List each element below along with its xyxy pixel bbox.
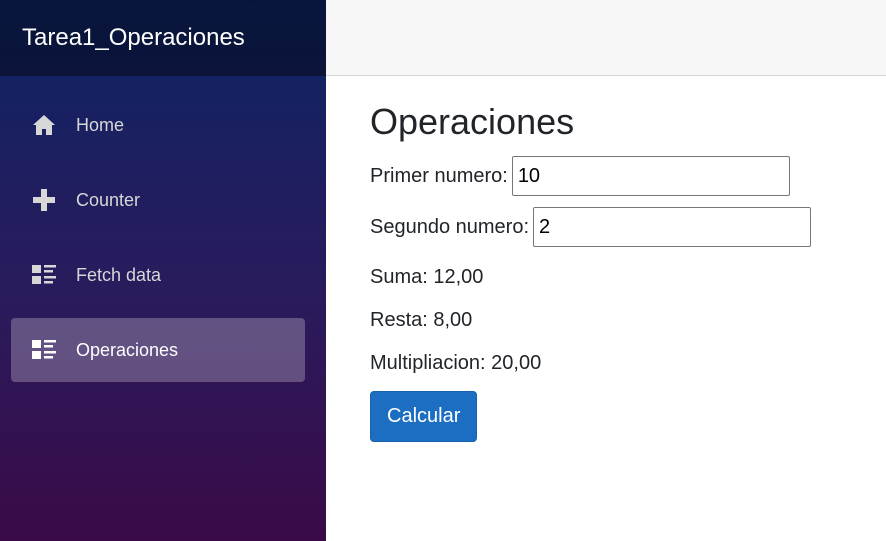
app-brand[interactable]: Tarea1_Operaciones xyxy=(22,24,245,52)
calcular-button[interactable]: Calcular xyxy=(370,391,478,442)
main-content: Operaciones Primer numero: Segundo numer… xyxy=(370,100,870,442)
nav-item-label: Operaciones xyxy=(76,339,179,360)
first-number-row: Primer numero: xyxy=(370,156,870,196)
nav-item-label: Fetch data xyxy=(76,264,162,285)
brand-bar: Tarea1_Operaciones xyxy=(0,0,326,76)
app-window: Tarea1_Operaciones Home Counter Fetch da… xyxy=(0,0,886,541)
top-row xyxy=(326,0,886,76)
nav-item-operaciones[interactable]: Operaciones xyxy=(11,318,305,382)
first-number-input[interactable] xyxy=(511,156,790,196)
resta-result: Resta: 8,00 xyxy=(370,309,473,331)
list-rich-icon xyxy=(31,262,57,288)
sidebar: Tarea1_Operaciones Home Counter Fetch da… xyxy=(0,0,326,541)
first-number-label: Primer numero: xyxy=(370,164,508,187)
nav-item-label: Home xyxy=(76,114,125,135)
list-rich-icon xyxy=(31,337,57,363)
second-number-row: Segundo numero: xyxy=(370,207,870,247)
multiplicacion-result: Multipliacion: 20,00 xyxy=(370,352,542,374)
nav-item-fetch-data[interactable]: Fetch data xyxy=(11,243,305,307)
suma-result: Suma: 12,00 xyxy=(370,266,484,288)
nav-item-label: Counter xyxy=(76,189,141,210)
home-icon xyxy=(31,112,57,138)
second-number-input[interactable] xyxy=(533,207,812,247)
nav-item-home[interactable]: Home xyxy=(11,93,305,157)
second-number-label: Segundo numero: xyxy=(370,215,530,238)
page-title: Operaciones xyxy=(370,101,575,142)
nav-item-counter[interactable]: Counter xyxy=(11,168,305,232)
nav-menu: Home Counter Fetch data Operaciones xyxy=(11,93,305,393)
plus-icon xyxy=(31,187,57,213)
